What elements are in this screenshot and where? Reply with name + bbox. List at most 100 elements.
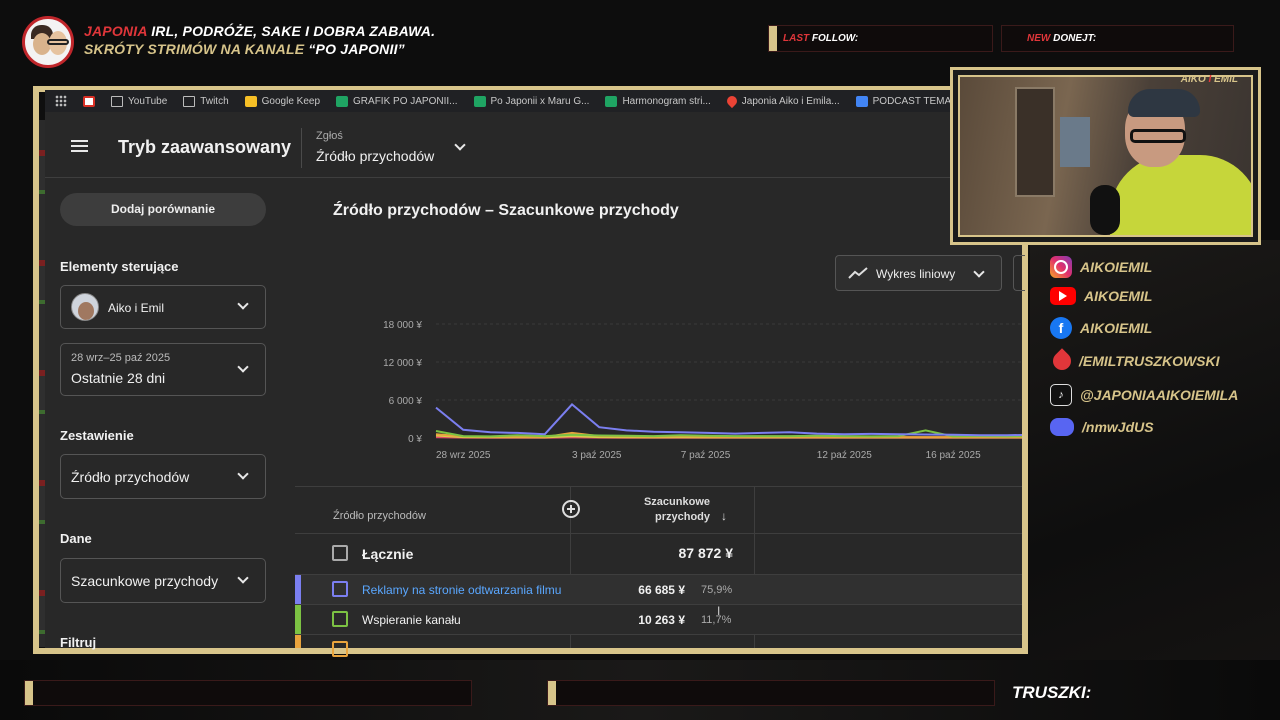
webcam-frame: AIKO I EMIL (950, 67, 1261, 245)
table-row-total: Łącznie 87 872 ¥ (295, 533, 1022, 573)
row-checkbox[interactable] (332, 581, 348, 597)
date-period-text: Ostatnie 28 dni (71, 370, 166, 386)
social-tiktok: ♪ @JAPONIAAIKOIEMILA (1050, 384, 1238, 406)
bookmark-po-japonii-maru[interactable]: Po Japonii x Maru G... (473, 95, 589, 107)
bottom-ticker-left (24, 680, 472, 706)
date-range-select[interactable]: 28 wrz–25 paź 2025 Ostatnie 28 dni (60, 343, 266, 396)
table-row[interactable]: Wspieranie kanału 10 263 ¥ 11,7% (295, 604, 1022, 634)
facebook-icon: f (1050, 317, 1072, 339)
social-youtube: AIKOEMIL (1050, 287, 1152, 305)
header-divider (301, 128, 302, 168)
series-color-bar (295, 635, 301, 648)
row-checkbox[interactable] (332, 611, 348, 627)
cam-tag-part: AIKO (1180, 74, 1209, 85)
bookmark-twitch[interactable]: Twitch (183, 95, 229, 107)
instagram-icon (1050, 256, 1072, 278)
patronite-drop-icon (1049, 348, 1075, 374)
bookmark-gmail[interactable] (83, 95, 95, 107)
controls-heading: Elementy sterujące (60, 259, 179, 274)
last-follow-label: FOLLOW: (811, 33, 859, 44)
apps-grid-icon[interactable] (55, 95, 67, 107)
grouping-select[interactable]: Źródło przychodów (60, 454, 266, 499)
table-row[interactable]: Reklamy na stronie odtwarzania filmu 66 … (295, 574, 1022, 604)
sheets-icon (336, 95, 349, 107)
last-follow-prefix: LAST (783, 33, 812, 44)
new-donation-label: DONEJT: (1053, 33, 1097, 44)
total-checkbox[interactable] (332, 545, 348, 561)
row-value: 66 685 ¥ (638, 583, 685, 597)
revenue-line-chart: 18 000 ¥ 12 000 ¥ 6 000 ¥ 0 ¥ 28 wrz 2025 3 p… (383, 320, 1022, 461)
data-heading: Dane (60, 531, 92, 546)
total-label: Łącznie (362, 546, 414, 562)
x-tick-label: 7 paź 2025 (681, 450, 731, 461)
docs-icon (855, 95, 868, 107)
row-value: 10 263 ¥ (638, 613, 685, 627)
social-patronite: /EMILTRUSZKOWSKI (1049, 348, 1220, 374)
studio-header: Tryb zaawansowany Zgłoś Źródło przychodó… (45, 112, 1022, 178)
chevron-down-icon (237, 360, 249, 373)
sheets-icon (473, 95, 486, 107)
column-header-revenue[interactable]: Szacunkowe przychody (630, 495, 710, 525)
row-source-link[interactable]: Reklamy na stronie odtwarzania filmu (362, 583, 561, 597)
studio-analytics-window: Tryb zaawansowany Zgłoś Źródło przychodó… (45, 112, 1025, 657)
social-instagram: AIKOIEMIL (1050, 256, 1152, 278)
chevron-down-icon[interactable] (454, 139, 466, 151)
bookmark-maps[interactable]: Japonia Aiko i Emila... (724, 93, 840, 109)
bookmark-label: YouTube (128, 95, 168, 107)
chevron-down-icon (237, 467, 249, 480)
column-header-source[interactable]: Źródło przychodów (333, 510, 426, 522)
stream-title-rest: IRL, PODRÓŻE, SAKE I DOBRA ZABAWA. (147, 23, 436, 39)
sort-descending-icon[interactable]: ↓ (721, 509, 727, 523)
truszki-label: TRUSZKI: (1012, 683, 1092, 702)
add-column-icon[interactable] (562, 500, 580, 518)
column-header-line2: przychody (654, 511, 710, 523)
bookmark-label: PODCAST TEMAT (872, 95, 957, 107)
social-handle: /EMILTRUSZKOWSKI (1079, 353, 1220, 369)
avatar (71, 293, 99, 321)
social-handle: @JAPONIAAIKOIEMILA (1080, 387, 1239, 403)
bookmarks-bar: YouTube Twitch Google Keep GRAFIK PO JAP… (45, 90, 1022, 112)
gmail-icon (83, 95, 95, 107)
menu-icon[interactable] (71, 140, 88, 152)
bookmark-google-keep[interactable]: Google Keep (244, 95, 321, 107)
y-tick-label: 6 000 ¥ (389, 396, 423, 407)
metric-select[interactable]: Szacunkowe przychody (60, 558, 266, 603)
text-cursor-icon: I (717, 604, 721, 618)
chart-option-button[interactable] (1013, 255, 1025, 291)
social-discord: /nmwJdUS (1050, 418, 1154, 436)
series-line (435, 403, 1022, 437)
bookmark-label: Google Keep (261, 95, 321, 107)
page-title: Tryb zaawansowany (118, 137, 292, 157)
keep-icon (244, 95, 257, 107)
row-percent: 75,9% (701, 584, 733, 596)
table-row[interactable] (295, 634, 1022, 657)
bookmark-label: Harmonogram stri... (622, 95, 711, 107)
bookmark-podcast[interactable]: PODCAST TEMAT (855, 95, 957, 107)
stream-subtitle-quote: “PO JAPONII” (308, 41, 405, 57)
chart-type-select[interactable]: Wykres liniowy (835, 255, 1002, 291)
stream-title-line2: SKRÓTY STRIMÓW NA KANALE “PO JAPONII” (84, 41, 405, 57)
report-selector[interactable]: Źródło przychodów (316, 148, 434, 164)
add-comparison-button[interactable]: Dodaj porównanie (60, 193, 266, 226)
x-tick-label: 12 paź 2025 (817, 450, 872, 461)
filter-heading[interactable]: Filtruj (60, 635, 96, 650)
y-tick-label: 0 ¥ (408, 434, 422, 445)
channel-select[interactable]: Aiko i Emil (60, 285, 266, 329)
channel-name: Aiko i Emil (108, 301, 165, 315)
social-facebook: f AIKOIEMIL (1050, 317, 1152, 339)
series-color-bar (295, 575, 301, 604)
bookmark-grafik[interactable]: GRAFIK PO JAPONII... (336, 95, 458, 107)
metric-value: Szacunkowe przychody (71, 573, 219, 589)
grouping-heading: Zestawienie (60, 428, 134, 443)
line-chart-icon (848, 267, 868, 279)
chart-type-label: Wykres liniowy (876, 267, 956, 281)
chevron-down-icon (237, 298, 249, 310)
webcam-tag: AIKO I EMIL (1181, 74, 1238, 85)
social-handle: AIKOIEMIL (1080, 259, 1153, 275)
bookmark-harmonogram[interactable]: Harmonogram stri... (605, 95, 711, 107)
overlay-background-art (1030, 240, 1280, 680)
social-handle: AIKOIEMIL (1080, 320, 1153, 336)
bookmark-youtube[interactable]: YouTube (111, 95, 168, 107)
social-handle: /nmwJdUS (1082, 419, 1154, 435)
row-checkbox[interactable] (332, 641, 348, 657)
